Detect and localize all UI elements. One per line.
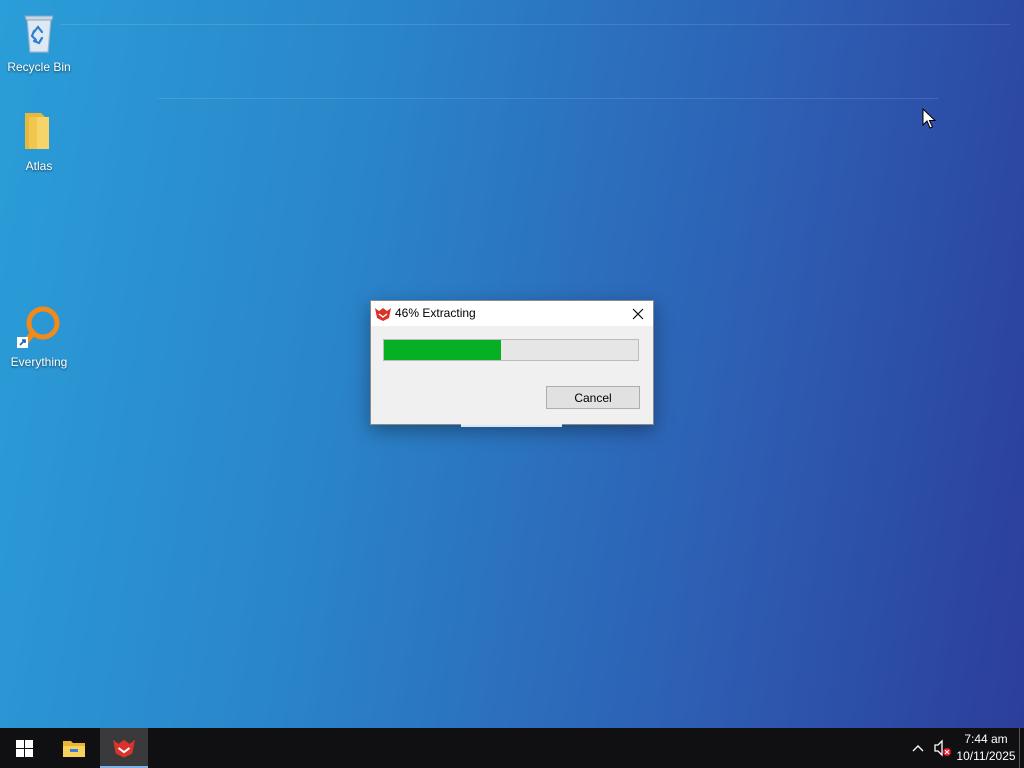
- dialog-title: 46% Extracting: [395, 306, 476, 320]
- windows-start-icon: [15, 739, 33, 757]
- dialog-shadow-artifact: [461, 424, 562, 427]
- progress-bar: [383, 339, 639, 361]
- show-desktop-button[interactable]: [1019, 728, 1024, 768]
- extraction-dialog: 46% Extracting Cancel: [370, 300, 654, 425]
- desktop-icon-atlas[interactable]: Atlas: [1, 107, 77, 173]
- chevron-up-icon[interactable]: [910, 740, 926, 756]
- folder-icon: [25, 113, 49, 149]
- mouse-cursor-icon: [922, 108, 936, 129]
- close-icon: [632, 308, 644, 319]
- taskbar-clock[interactable]: 7:44 am 10/11/2025: [950, 731, 1022, 765]
- start-button[interactable]: [0, 728, 48, 768]
- desktop-artifact-line: [158, 98, 938, 99]
- clock-time: 7:44 am: [964, 732, 1008, 746]
- desktop-icon-label: Atlas: [25, 159, 53, 173]
- recycle-bin-icon: [24, 15, 54, 53]
- desktop-icon-recycle-bin[interactable]: Recycle Bin: [1, 8, 77, 74]
- desktop-icon-label: Everything: [10, 355, 68, 369]
- taskbar: 7:44 am 10/11/2025: [0, 728, 1024, 768]
- taskbar-archiver[interactable]: [100, 728, 148, 768]
- desktop-icon-everything[interactable]: Everything: [1, 303, 77, 369]
- archiver-icon: [375, 308, 391, 321]
- everything-search-icon: [17, 306, 60, 348]
- archiver-icon: [113, 739, 135, 758]
- clock-date: 10/11/2025: [956, 749, 1016, 763]
- progress-bar-fill: [384, 340, 501, 360]
- cancel-button[interactable]: Cancel: [546, 386, 640, 409]
- file-explorer-icon: [63, 741, 85, 757]
- dialog-close-button[interactable]: [623, 301, 653, 326]
- desktop-artifact-line: [60, 24, 1010, 25]
- dialog-titlebar[interactable]: 46% Extracting: [371, 301, 653, 326]
- taskbar-file-explorer[interactable]: [50, 728, 98, 768]
- desktop-icon-label: Recycle Bin: [7, 60, 71, 74]
- desktop: Recycle Bin Atlas Everything 46% Extract…: [0, 0, 1024, 728]
